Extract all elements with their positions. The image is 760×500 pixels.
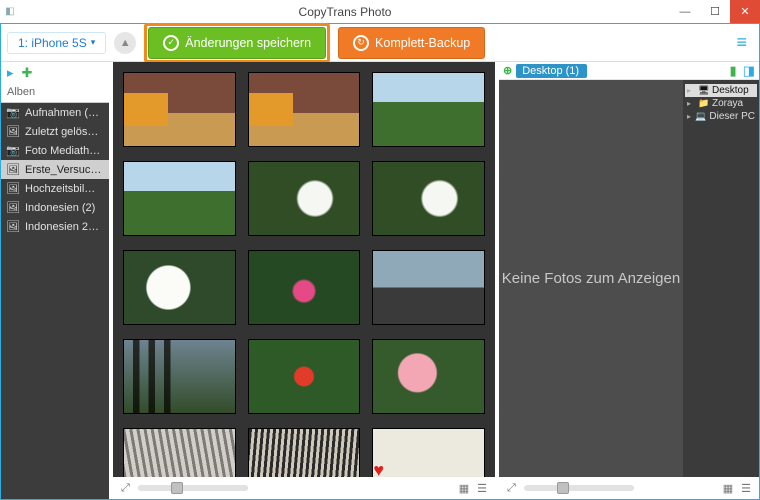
photo-thumbnail[interactable] xyxy=(248,339,361,414)
breadcrumb-bar: ⊕ Desktop (1) ▮ ◨ xyxy=(499,62,759,80)
album-item[interactable]: 🖼 Erste_Versuc… xyxy=(1,160,109,179)
full-backup-button[interactable]: ↻ Komplett-Backup xyxy=(338,27,485,59)
photo-thumbnail[interactable] xyxy=(372,428,485,477)
minimize-button[interactable]: — xyxy=(670,0,700,23)
expand-icon[interactable]: ⤢ xyxy=(121,482,130,495)
album-item[interactable]: 🖼 Indonesien 2… xyxy=(1,217,109,236)
album-label: Indonesien (2) xyxy=(25,202,95,214)
photo-thumbnail[interactable] xyxy=(123,72,236,147)
photo-thumbnail[interactable] xyxy=(123,250,236,325)
album-item[interactable]: 📷 Foto Mediath… xyxy=(1,141,109,160)
list-view-icon[interactable]: ☰ xyxy=(477,482,487,495)
thumbnail-panel: ⤢ ▦ ☰ xyxy=(109,62,499,499)
folder-icon[interactable]: ▮ xyxy=(730,63,737,79)
sidebar-toolbar: ▸ ✚ xyxy=(1,62,109,84)
album-label: Indonesien 2… xyxy=(25,221,99,233)
tree-arrow-icon: ▸ xyxy=(687,86,695,95)
photo-thumbnail[interactable] xyxy=(372,72,485,147)
thumbnail-grid xyxy=(123,72,485,477)
album-glyph-icon: 🖼 xyxy=(6,182,20,195)
album-glyph-icon: 📷 xyxy=(6,144,20,157)
collapse-tree-icon[interactable]: ◨ xyxy=(743,63,755,79)
play-icon[interactable]: ▸ xyxy=(7,65,14,81)
backup-label: Komplett-Backup xyxy=(375,36,470,50)
destination-panel: ⊕ Desktop (1) ▮ ◨ Keine Fotos zum Anzeig… xyxy=(499,62,759,499)
photo-thumbnail[interactable] xyxy=(248,72,361,147)
folder-tree: ▸🖥Desktop▸📁Zoraya▸💻Dieser PC xyxy=(683,80,759,477)
tree-glyph-icon: 💻 xyxy=(695,111,706,122)
album-label: Erste_Versuc… xyxy=(25,164,101,176)
album-glyph-icon: 📷 xyxy=(6,106,20,119)
album-glyph-icon: 🖼 xyxy=(6,125,20,138)
zoom-slider[interactable] xyxy=(138,485,248,491)
album-glyph-icon: 🖼 xyxy=(6,201,20,214)
save-highlight: ✓ Änderungen speichern xyxy=(144,23,330,63)
save-label: Änderungen speichern xyxy=(185,36,311,50)
title-bar: ◧ CopyTrans Photo — ☐ ✕ xyxy=(0,0,760,24)
tree-label: Zoraya xyxy=(712,98,743,109)
thumbnail-footer: ⤢ ▦ ☰ xyxy=(113,477,495,499)
window-title: CopyTrans Photo xyxy=(20,5,670,19)
refresh-icon: ↻ xyxy=(353,35,369,51)
save-changes-button[interactable]: ✓ Änderungen speichern xyxy=(148,27,326,59)
photo-thumbnail[interactable] xyxy=(372,339,485,414)
drop-empty-text: Keine Fotos zum Anzeigen xyxy=(502,270,680,287)
tree-label: Dieser PC xyxy=(709,111,755,122)
list-view-icon[interactable]: ☰ xyxy=(741,482,751,495)
album-item[interactable]: 📷 Aufnahmen (… xyxy=(1,103,109,122)
destination-footer: ⤢ ▦ ☰ xyxy=(499,477,759,499)
expand-icon[interactable]: ⤢ xyxy=(507,482,516,495)
drop-area[interactable]: Keine Fotos zum Anzeigen xyxy=(499,80,683,477)
app-icon: ◧ xyxy=(0,6,20,17)
device-label: 1: iPhone 5S xyxy=(18,36,87,50)
album-label: Zuletzt gelös… xyxy=(25,126,98,138)
eject-button[interactable]: ▲ xyxy=(114,32,136,54)
album-glyph-icon: 🖼 xyxy=(6,163,20,176)
zoom-slider[interactable] xyxy=(524,485,634,491)
tree-label: Desktop xyxy=(712,85,749,96)
album-item[interactable]: 🖼 Hochzeitsbil… xyxy=(1,179,109,198)
photo-thumbnail[interactable] xyxy=(372,250,485,325)
photo-thumbnail[interactable] xyxy=(372,161,485,236)
window-controls: — ☐ ✕ xyxy=(670,0,760,23)
album-glyph-icon: 🖼 xyxy=(6,220,20,233)
tree-arrow-icon: ▸ xyxy=(687,112,692,121)
grid-view-icon[interactable]: ▦ xyxy=(723,482,733,495)
photo-thumbnail[interactable] xyxy=(123,161,236,236)
checkmark-icon: ✓ xyxy=(163,35,179,51)
photo-thumbnail[interactable] xyxy=(248,250,361,325)
chevron-down-icon: ▾ xyxy=(91,37,96,48)
breadcrumb-chip[interactable]: Desktop (1) xyxy=(516,64,587,78)
add-folder-icon[interactable]: ⊕ xyxy=(503,64,512,77)
photo-thumbnail[interactable] xyxy=(123,339,236,414)
tree-item[interactable]: ▸💻Dieser PC xyxy=(685,110,757,123)
tree-item[interactable]: ▸📁Zoraya xyxy=(685,97,757,110)
close-button[interactable]: ✕ xyxy=(730,0,760,23)
photo-thumbnail[interactable] xyxy=(248,428,361,477)
album-item[interactable]: 🖼 Zuletzt gelös… xyxy=(1,122,109,141)
album-list: 📷 Aufnahmen (… 🖼 Zuletzt gelös… 📷 Foto Mediat… xyxy=(1,103,109,499)
album-sidebar: ▸ ✚ Alben 📷 Aufnahmen (… 🖼 Zuletzt gelös… 📷 F… xyxy=(1,62,109,499)
photo-thumbnail[interactable] xyxy=(123,428,236,477)
album-label: Hochzeitsbil… xyxy=(25,183,95,195)
tree-glyph-icon: 🖥 xyxy=(698,85,709,96)
album-label: Aufnahmen (… xyxy=(25,107,99,119)
maximize-button[interactable]: ☐ xyxy=(700,0,730,23)
album-item[interactable]: 🖼 Indonesien (2) xyxy=(1,198,109,217)
tree-item[interactable]: ▸🖥Desktop xyxy=(685,84,757,97)
tree-arrow-icon: ▸ xyxy=(687,99,695,108)
sidebar-header: Alben xyxy=(1,84,109,103)
add-album-icon[interactable]: ✚ xyxy=(22,65,33,81)
main-toolbar: 1: iPhone 5S ▾ ▲ ✓ Änderungen speichern … xyxy=(1,24,759,62)
photo-thumbnail[interactable] xyxy=(248,161,361,236)
menu-icon[interactable]: ≡ xyxy=(730,32,753,53)
tree-glyph-icon: 📁 xyxy=(698,98,709,109)
album-label: Foto Mediath… xyxy=(25,145,100,157)
device-picker[interactable]: 1: iPhone 5S ▾ xyxy=(7,32,106,54)
grid-view-icon[interactable]: ▦ xyxy=(459,482,469,495)
